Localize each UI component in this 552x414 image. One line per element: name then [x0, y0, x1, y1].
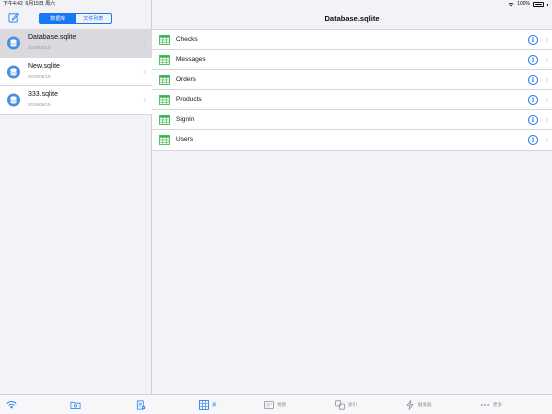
info-icon[interactable]: i [528, 115, 538, 126]
tab-label: 更多 [493, 402, 502, 407]
table-name: Messages [176, 56, 206, 64]
page-title: Database.sqlite [324, 14, 380, 23]
chevron-right-icon: › [545, 135, 548, 145]
table-name: Products [176, 96, 202, 104]
info-icon[interactable]: i [528, 75, 538, 86]
table-name: SignIn [176, 116, 195, 124]
info-icon[interactable]: i [528, 135, 538, 146]
tab-tables[interactable]: 表 [199, 400, 217, 410]
compose-icon[interactable] [8, 12, 19, 23]
file-list: Database.sqlite 2019/05/10 › New.sqlite … [0, 29, 152, 115]
battery-icon [533, 2, 544, 7]
status-time: 下午4:42 [3, 1, 23, 7]
file-item[interactable]: New.sqlite 2019/06/15 › [0, 58, 152, 86]
chevron-right-icon: › [143, 95, 146, 104]
tab-label: 表 [212, 402, 217, 407]
table-name: Users [176, 136, 193, 144]
info-icon[interactable]: i [528, 55, 538, 66]
status-bar: 下午4:42 6月15日 周六 100% [0, 0, 552, 9]
database-icon [7, 93, 20, 107]
sidebar: 数据库 文件列表 Database.sqlite 2019/05/10 › Ne… [0, 0, 152, 414]
info-icon[interactable]: i [528, 35, 538, 45]
tab-triggers[interactable]: 触发器 [405, 400, 432, 410]
wifi-icon[interactable] [6, 400, 17, 410]
table-row[interactable]: Checks i › [152, 30, 552, 51]
file-name: Database.sqlite [28, 34, 77, 41]
info-icon[interactable]: i [528, 95, 538, 106]
table-grid-icon [159, 135, 170, 146]
table-grid-icon [159, 95, 170, 106]
main-panel: Database.sqlite Checks i › Messages i › … [152, 0, 552, 414]
chevron-right-icon: › [545, 55, 548, 65]
chevron-right-icon: › [545, 75, 548, 85]
file-date: 2019/06/15 [28, 102, 51, 107]
file-item[interactable]: Database.sqlite 2019/05/10 › [0, 29, 152, 58]
index-icon [335, 400, 345, 410]
tab-label: 视图 [277, 402, 286, 407]
tab-label: 索引 [348, 402, 357, 407]
table-row[interactable]: Messages i › [152, 50, 552, 71]
file-name: 333.sqlite [28, 91, 58, 98]
tab-views[interactable]: 视图 [264, 400, 286, 410]
tab-label: 触发器 [418, 402, 432, 407]
more-icon [480, 404, 490, 406]
table-row[interactable]: Orders i › [152, 70, 552, 91]
status-date: 6月15日 周六 [25, 1, 56, 7]
status-time-date: 下午4:42 6月15日 周六 [3, 0, 55, 9]
view-icon [264, 401, 274, 409]
chevron-right-icon: › [545, 95, 548, 105]
chevron-right-icon: › [545, 115, 548, 125]
sidebar-toolbar [0, 394, 152, 414]
chevron-right-icon: › [143, 38, 146, 47]
segment-database[interactable]: 数据库 [40, 14, 76, 23]
status-right: 100% [508, 0, 548, 9]
wifi-status-icon [508, 2, 514, 7]
table-row[interactable]: Products i › [152, 90, 552, 111]
tab-indexes[interactable]: 索引 [335, 400, 357, 410]
tab-more[interactable]: 更多 [480, 400, 502, 410]
table-grid-icon [159, 35, 170, 45]
table-list: Checks i › Messages i › Orders i › Produ… [152, 29, 552, 151]
folder-icon[interactable] [70, 400, 81, 410]
table-grid-icon [159, 55, 170, 65]
database-icon [7, 65, 20, 78]
file-name: New.sqlite [28, 62, 60, 70]
segmented-control: 数据库 文件列表 [39, 13, 112, 24]
trigger-icon [406, 400, 414, 410]
table-grid-icon [159, 75, 170, 86]
table-name: Orders [176, 76, 196, 84]
table-row[interactable]: SignIn i › [152, 110, 552, 131]
file-date: 2019/05/10 [28, 45, 51, 50]
battery-tip [547, 3, 548, 6]
segment-file-list[interactable]: 文件列表 [76, 14, 112, 23]
file-date: 2019/06/15 [28, 73, 51, 79]
chevron-right-icon: › [143, 66, 146, 76]
new-file-icon[interactable] [135, 400, 146, 410]
chevron-right-icon: › [545, 35, 548, 44]
sidebar-header: 数据库 文件列表 [0, 9, 152, 29]
battery-percent: 100% [517, 1, 530, 7]
tab-bar: 表 视图 索引 触发器 更多 [152, 394, 552, 414]
table-row[interactable]: Users i › [152, 130, 552, 151]
table-icon [199, 400, 209, 410]
table-grid-icon [159, 115, 170, 126]
table-name: Checks [176, 36, 198, 43]
file-item[interactable]: 333.sqlite 2019/06/15 › [0, 86, 152, 115]
database-icon [7, 36, 20, 50]
